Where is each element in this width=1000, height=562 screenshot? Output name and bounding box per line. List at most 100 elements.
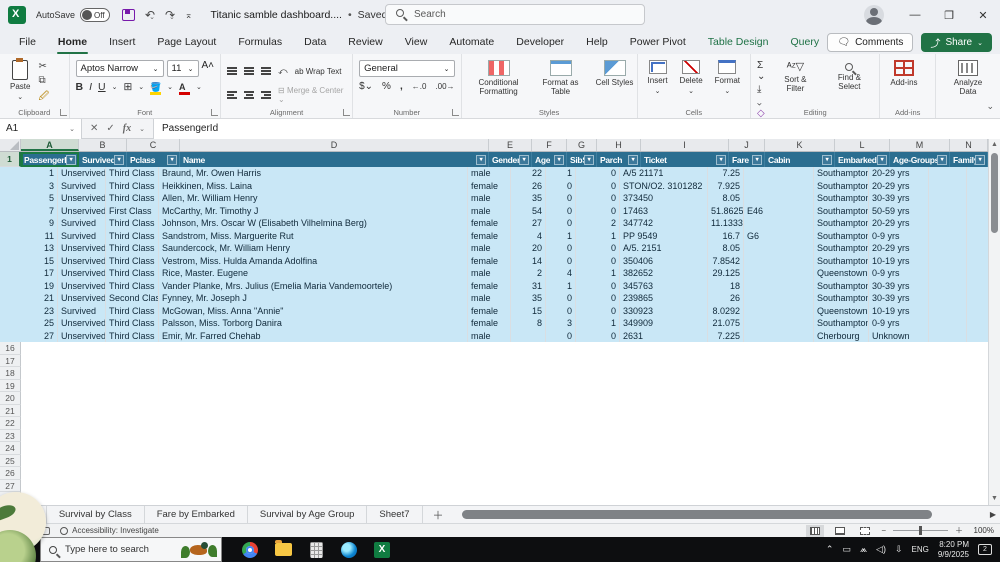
find-select-button[interactable]: Find & Select xyxy=(825,58,873,105)
cell[interactable]: 11 xyxy=(0,229,58,242)
cell[interactable]: 30-39 yrs xyxy=(869,279,929,292)
cell[interactable]: 349909 xyxy=(620,317,708,330)
cell[interactable]: 8.05 xyxy=(708,192,744,205)
cell[interactable]: 15 xyxy=(0,254,58,267)
italic-button[interactable]: I xyxy=(89,81,92,93)
header-cell-sibsp[interactable]: SibSp▾ xyxy=(567,152,597,167)
cell[interactable]: 7.925 xyxy=(708,179,744,192)
cell[interactable]: male xyxy=(468,204,511,217)
ribbon-tab-view[interactable]: View xyxy=(394,32,439,54)
cell[interactable]: Unservived xyxy=(58,242,106,255)
header-cell-age-groups[interactable]: Age-Groups ▾ xyxy=(890,152,950,167)
cell[interactable]: PP 9549 xyxy=(620,229,708,242)
alignment-dialog-launcher[interactable] xyxy=(343,109,351,116)
cell[interactable]: 27 xyxy=(0,329,58,342)
cell[interactable]: 2 xyxy=(511,267,546,280)
cell[interactable]: 373450 xyxy=(620,192,708,205)
filter-dropdown-icon[interactable]: ▾ xyxy=(519,154,529,165)
cell[interactable]: First Class xyxy=(106,204,159,217)
cell[interactable]: Queenstown xyxy=(814,267,869,280)
cell[interactable]: 0 xyxy=(546,304,576,317)
cell[interactable]: 14 xyxy=(511,254,546,267)
add-ins-button[interactable]: Add-ins xyxy=(886,58,921,105)
cell[interactable]: Fynney, Mr. Joseph J xyxy=(159,292,468,305)
undo-button[interactable]: ↶⌄ xyxy=(145,8,155,22)
cell[interactable]: 0 xyxy=(546,179,576,192)
cell[interactable]: 0-9 yrs xyxy=(869,229,929,242)
cell[interactable]: 17463 xyxy=(620,204,708,217)
cell[interactable]: Southampton xyxy=(814,204,869,217)
sheet-tab-sheet7[interactable]: Sheet7 xyxy=(367,505,423,524)
zoom-in-button[interactable]: ＋ xyxy=(955,525,963,536)
row-number-26[interactable]: 26 xyxy=(0,467,21,480)
select-all-corner[interactable] xyxy=(0,139,21,151)
cell[interactable]: Survived xyxy=(58,179,106,192)
font-size-select[interactable]: 11 ⌄ xyxy=(166,60,199,77)
collapse-ribbon-button[interactable]: ⌄ xyxy=(986,101,994,112)
column-header-C[interactable]: C xyxy=(127,139,180,151)
ribbon-tab-query[interactable]: Query xyxy=(779,32,830,54)
insert-cells-button[interactable]: Insert ⌄ xyxy=(644,58,672,105)
row-number-16[interactable]: 16 xyxy=(0,342,21,355)
cell[interactable]: Southampton xyxy=(814,217,869,230)
language-indicator[interactable]: ENG xyxy=(912,545,929,554)
notification-center-icon[interactable]: 2 xyxy=(978,544,992,555)
ribbon-tab-data[interactable]: Data xyxy=(293,32,337,54)
column-header-K[interactable]: K xyxy=(765,139,835,151)
cell[interactable]: McGowan, Miss. Anna "Annie" xyxy=(159,304,468,317)
cell[interactable]: 0-9 yrs xyxy=(869,267,929,280)
header-cell-cabin[interactable]: Cabin ▾ xyxy=(765,152,835,167)
cut-button[interactable]: ✂ xyxy=(38,61,49,72)
align-top-icon[interactable] xyxy=(227,67,238,75)
cell[interactable]: 30-39 yrs xyxy=(869,192,929,205)
cell[interactable] xyxy=(929,217,967,230)
cell[interactable]: Third Class xyxy=(106,267,159,280)
cell[interactable]: 0 xyxy=(546,292,576,305)
conditional-formatting-button[interactable]: Conditional Formatting xyxy=(468,58,530,105)
cell[interactable] xyxy=(744,179,814,192)
cell[interactable] xyxy=(929,267,967,280)
cell[interactable]: 8 xyxy=(511,317,546,330)
column-header-E[interactable]: E xyxy=(489,139,532,151)
cell[interactable] xyxy=(744,304,814,317)
scroll-down-icon[interactable]: ▼ xyxy=(989,493,1000,505)
font-dialog-launcher[interactable] xyxy=(211,109,219,116)
cell[interactable]: 330923 xyxy=(620,304,708,317)
cell[interactable]: 35 xyxy=(511,292,546,305)
page-break-view-button[interactable] xyxy=(856,525,874,537)
ribbon-tab-table-design[interactable]: Table Design xyxy=(697,32,780,54)
cell[interactable]: 0 xyxy=(576,179,620,192)
cell[interactable]: 22 xyxy=(511,167,546,180)
filter-dropdown-icon[interactable]: ▾ xyxy=(752,154,762,165)
cell[interactable]: Southampton xyxy=(814,279,869,292)
ribbon-tab-power-pivot[interactable]: Power Pivot xyxy=(619,32,697,54)
cell[interactable]: Allen, Mr. William Henry xyxy=(159,192,468,205)
cell[interactable] xyxy=(929,167,967,180)
cell[interactable]: 347742 xyxy=(620,217,708,230)
number-dialog-launcher[interactable] xyxy=(451,109,459,116)
cell[interactable]: 26 xyxy=(708,292,744,305)
cell[interactable]: 15 xyxy=(511,304,546,317)
cell[interactable]: female xyxy=(468,179,511,192)
bold-button[interactable]: B xyxy=(76,81,84,93)
column-header-N[interactable]: N xyxy=(950,139,988,151)
row-number-27[interactable]: 27 xyxy=(0,479,21,492)
header-cell-ticket[interactable]: Ticket ▾ xyxy=(641,152,729,167)
cell[interactable]: Southampton xyxy=(814,254,869,267)
cell[interactable]: 0 xyxy=(576,204,620,217)
scroll-right-icon[interactable]: ▶ xyxy=(990,510,996,519)
cell[interactable] xyxy=(511,329,546,342)
copy-button[interactable]: ⧉ xyxy=(38,75,49,86)
cell[interactable] xyxy=(744,217,814,230)
cell[interactable] xyxy=(744,329,814,342)
cell[interactable] xyxy=(929,192,967,205)
normal-view-button[interactable] xyxy=(806,524,825,537)
ribbon-tab-developer[interactable]: Developer xyxy=(505,32,575,54)
cell[interactable]: female xyxy=(468,229,511,242)
cell[interactable]: Braund, Mr. Owen Harris xyxy=(159,167,468,180)
cell[interactable]: Unservived xyxy=(58,167,106,180)
cell[interactable]: female xyxy=(468,317,511,330)
cell[interactable]: 20-29 yrs xyxy=(869,217,929,230)
format-as-table-button[interactable]: Format as Table xyxy=(534,58,588,105)
cell[interactable]: G6 xyxy=(744,229,814,242)
